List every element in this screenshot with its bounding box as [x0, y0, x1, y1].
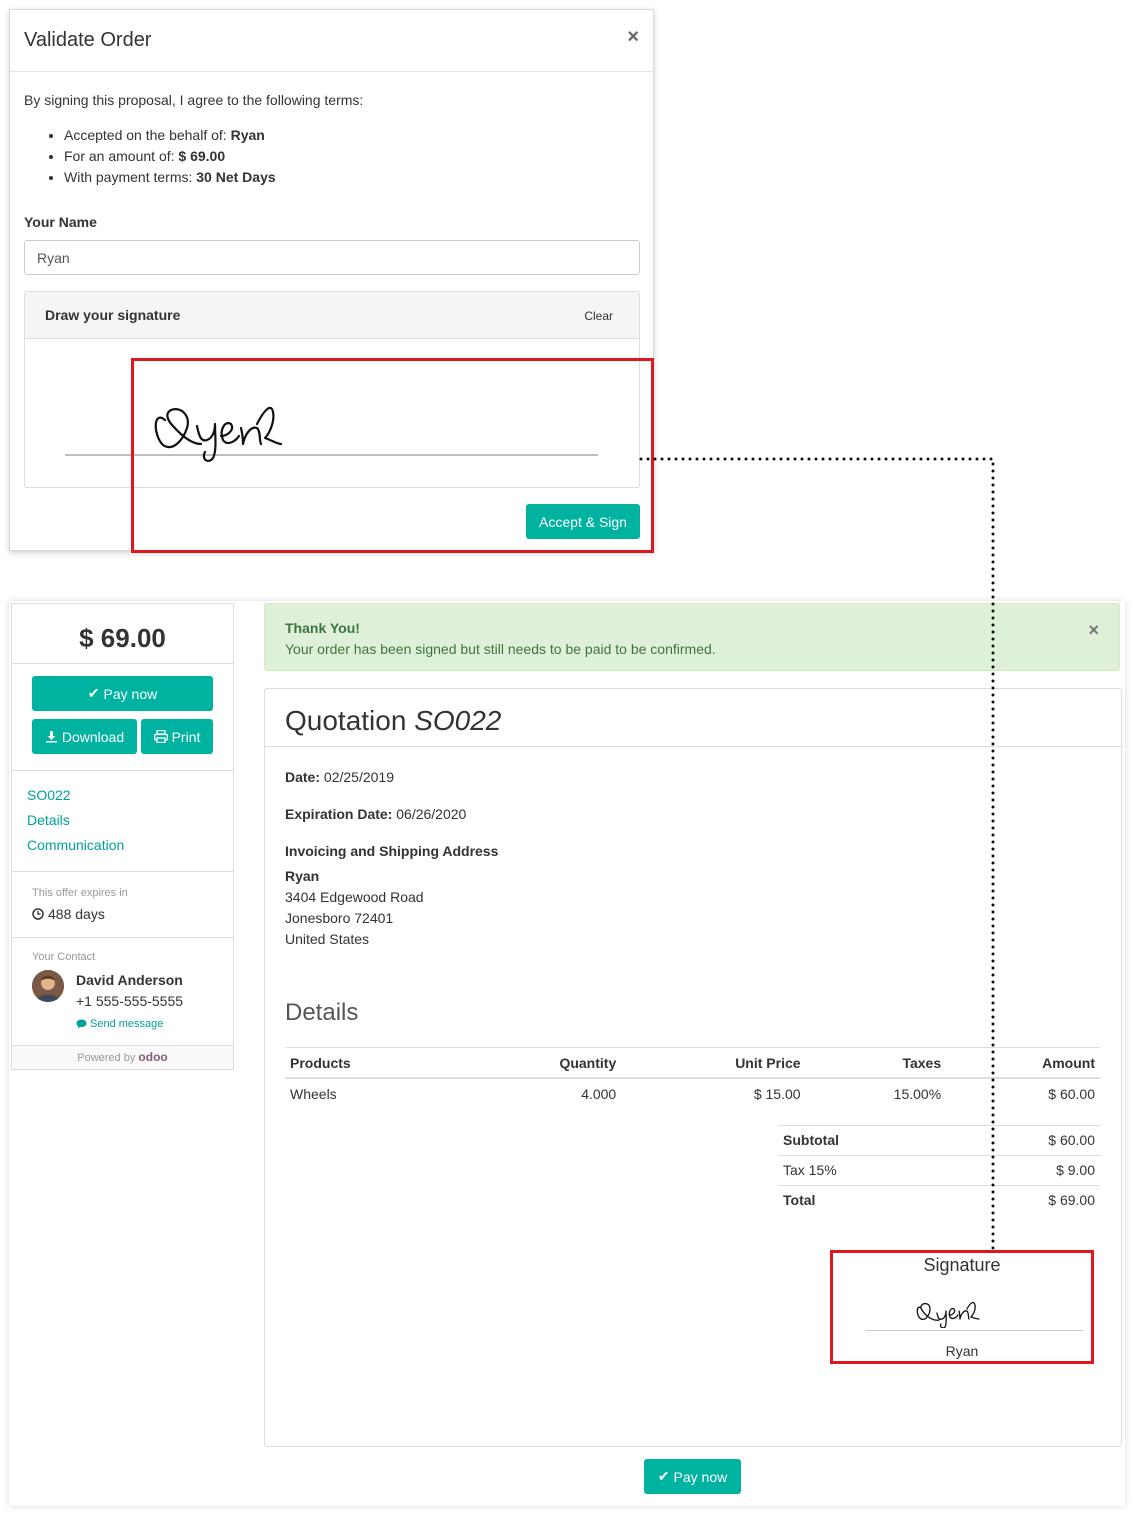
term-item: With payment terms: 30 Net Days — [64, 167, 276, 188]
term-item: For an amount of: $ 69.00 — [64, 146, 276, 167]
print-icon — [153, 730, 168, 743]
highlight-box-signature-area — [131, 358, 654, 553]
divider — [12, 937, 233, 938]
subtotal-row: Subtotal $ 60.00 — [778, 1125, 1100, 1156]
table-row: Wheels 4.000 $ 15.00 15.00% $ 60.00 — [285, 1078, 1100, 1109]
check-icon: ✔ — [87, 685, 100, 701]
divider — [12, 871, 233, 872]
bottom-pay-now-button[interactable]: ✔ Pay now — [644, 1459, 741, 1494]
nav-link-communication[interactable]: Communication — [27, 837, 124, 853]
clock-icon — [32, 908, 44, 920]
close-icon[interactable]: × — [627, 26, 639, 49]
address-name: Ryan — [285, 868, 320, 884]
expiration-date-value: 06/26/2020 — [396, 806, 467, 822]
pay-now-label: Pay now — [673, 1468, 728, 1485]
contact-phone: +1 555-555-5555 — [76, 993, 184, 1009]
date-label: Date: — [285, 769, 321, 785]
odoo-logo[interactable]: odoo — [138, 1050, 167, 1064]
expiration-date-label: Expiration Date: — [285, 806, 393, 822]
tax-label: Tax 15% — [778, 1155, 952, 1186]
alert-title: Thank You! — [285, 620, 360, 636]
quotation-document: Quotation SO022 Date: 02/25/2019 Expirat… — [264, 688, 1122, 1447]
chat-bubble-icon — [76, 1019, 87, 1029]
nav-link-so022[interactable]: SO022 — [27, 787, 71, 803]
signature-panel-title: Draw your signature — [45, 307, 181, 323]
date-line: Date: 02/25/2019 — [285, 769, 394, 785]
tax-value: $ 9.00 — [951, 1155, 1100, 1186]
signature-line — [865, 1330, 1083, 1331]
download-icon — [45, 731, 57, 743]
send-message-link[interactable]: Send message — [76, 1018, 163, 1030]
table-header-row: Products Quantity Unit Price Taxes Amoun… — [285, 1047, 1100, 1079]
modal-title: Validate Order — [24, 29, 152, 51]
powered-by-text: Powered by — [77, 1052, 136, 1064]
column-header: Products — [285, 1047, 458, 1079]
date-value: 02/25/2019 — [323, 769, 394, 785]
subtotal-label: Subtotal — [778, 1125, 952, 1156]
product-cell: Wheels — [290, 1086, 337, 1102]
pay-now-button[interactable]: ✔ Pay now — [32, 676, 213, 711]
name-input[interactable] — [24, 240, 640, 275]
order-lines-table: Products Quantity Unit Price Taxes Amoun… — [285, 1047, 1100, 1109]
total-label: Total — [778, 1185, 952, 1215]
signer-name: Ryan — [945, 1343, 979, 1359]
tax-row: Tax 15% $ 9.00 — [778, 1155, 1100, 1186]
alert-message: Your order has been signed but still nee… — [285, 641, 716, 657]
column-header: Unit Price — [621, 1047, 806, 1079]
address-line: 3404 Edgewood Road — [285, 889, 424, 905]
divider — [12, 770, 233, 771]
unit-price-cell: $ 15.00 — [753, 1086, 801, 1102]
expiration-label: This offer expires in — [32, 887, 128, 899]
pay-now-label: Pay now — [103, 685, 158, 702]
modal-header: Validate Order × — [10, 10, 653, 72]
quantity-cell: 4.000 — [581, 1086, 617, 1102]
document-reference: SO022 — [414, 705, 502, 736]
amount-cell: $ 60.00 — [1048, 1086, 1095, 1102]
total-value: $ 69.00 — [951, 1185, 1100, 1215]
document-title-prefix: Quotation — [285, 705, 407, 736]
close-icon[interactable]: × — [1088, 620, 1099, 641]
total-row: Total $ 69.00 — [778, 1185, 1100, 1215]
subtotal-value: $ 60.00 — [951, 1125, 1100, 1156]
send-message-label: Send message — [90, 1018, 164, 1030]
terms-list: Accepted on the behalf of: Ryan For an a… — [24, 125, 276, 188]
address-line: United States — [285, 931, 370, 947]
contact-name: David Anderson — [76, 972, 183, 988]
taxes-cell: 15.00% — [893, 1086, 942, 1102]
expiration-line: Expiration Date: 06/26/2020 — [285, 806, 466, 822]
signature-panel-header: Draw your signature Clear — [25, 292, 639, 339]
print-button[interactable]: Print — [141, 719, 213, 754]
sidebar: $ 69.00 ✔ Pay now Download Print SO022 D… — [11, 603, 234, 1070]
terms-intro: By signing this proposal, I agree to the… — [24, 92, 364, 108]
download-label: Download — [61, 728, 125, 745]
powered-by-footer: Powered by odoo — [12, 1045, 233, 1069]
column-header: Taxes — [805, 1047, 947, 1079]
signature-block: Signature Ryan — [830, 1250, 1094, 1364]
customer-portal-page: $ 69.00 ✔ Pay now Download Print SO022 D… — [9, 601, 1125, 1506]
totals-table: Subtotal $ 60.00 Tax 15% $ 9.00 Total $ … — [778, 1125, 1100, 1215]
contact-avatar — [32, 970, 64, 1002]
term-item: Accepted on the behalf of: Ryan — [64, 125, 276, 146]
column-header: Amount — [946, 1047, 1100, 1079]
thank-you-alert: Thank You! Your order has been signed bu… — [264, 603, 1120, 671]
your-name-label: Your Name — [24, 214, 97, 230]
document-header: Quotation SO022 — [265, 689, 1121, 747]
signature-heading: Signature — [923, 1255, 1001, 1275]
nav-link-details[interactable]: Details — [27, 812, 70, 828]
expiration-value: 488 days — [32, 906, 105, 922]
signature-image — [916, 1301, 980, 1328]
clear-button[interactable]: Clear — [584, 309, 613, 323]
document-title: Quotation SO022 — [285, 705, 501, 737]
column-header: Quantity — [457, 1047, 622, 1079]
address-label: Invoicing and Shipping Address — [285, 843, 499, 859]
download-button[interactable]: Download — [32, 719, 137, 754]
contact-label: Your Contact — [32, 951, 96, 963]
sidebar-total-amount: $ 69.00 — [12, 604, 233, 664]
check-icon: ✔ — [657, 1468, 670, 1484]
print-label: Print — [171, 728, 201, 745]
address-line: Jonesboro 72401 — [285, 910, 394, 926]
details-heading: Details — [285, 999, 359, 1026]
avatar-image — [32, 970, 64, 1002]
expiration-days: 488 days — [48, 906, 105, 922]
